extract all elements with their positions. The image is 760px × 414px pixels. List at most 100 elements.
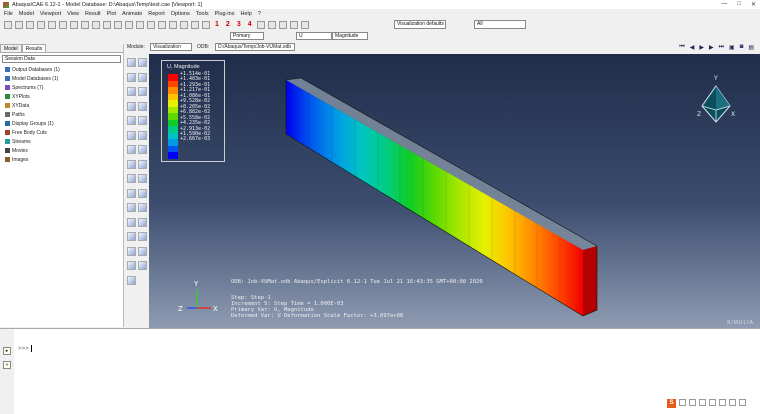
result-options-icon[interactable] bbox=[138, 261, 147, 270]
replace-all-icon[interactable] bbox=[138, 217, 147, 227]
view-1-button[interactable]: 1 bbox=[215, 21, 219, 28]
tree-item[interactable]: Paths bbox=[3, 110, 123, 119]
menu-context-help[interactable]: ? bbox=[258, 11, 261, 17]
menu-options[interactable]: Options bbox=[171, 11, 190, 17]
tree-item[interactable]: Spectrums (7) bbox=[3, 83, 123, 92]
module-select[interactable]: Visualization bbox=[150, 43, 192, 51]
play-icon[interactable]: ▶ bbox=[699, 44, 704, 51]
perspective-icon[interactable] bbox=[300, 20, 309, 29]
ime-s-icon[interactable]: S bbox=[667, 399, 676, 408]
xy-options-icon[interactable] bbox=[138, 174, 147, 183]
magnify-icon[interactable] bbox=[70, 20, 78, 29]
menu-file[interactable]: File bbox=[4, 11, 13, 17]
view-back-icon[interactable] bbox=[136, 20, 144, 29]
save-file-icon[interactable] bbox=[26, 20, 34, 29]
plot-deformed-icon[interactable] bbox=[138, 58, 147, 67]
view-iso-icon[interactable] bbox=[191, 20, 199, 29]
view-cut-manager-icon[interactable] bbox=[138, 232, 147, 241]
query-values-icon[interactable] bbox=[127, 246, 136, 256]
tree-item[interactable]: XYPlots bbox=[3, 92, 123, 101]
menu-viewport[interactable]: Viewport bbox=[40, 11, 61, 17]
hidden-line-icon[interactable] bbox=[278, 20, 287, 29]
tree-item[interactable]: Model Databases (1) bbox=[3, 74, 123, 83]
replace-selected-icon[interactable] bbox=[138, 203, 147, 212]
animate-harmonic-icon[interactable] bbox=[127, 145, 136, 154]
remove-selected-icon[interactable] bbox=[127, 217, 136, 227]
tray-punct-icon[interactable] bbox=[699, 399, 706, 406]
path-create-icon[interactable] bbox=[127, 188, 136, 198]
tray-mic-icon[interactable] bbox=[709, 399, 716, 406]
plot-symbols-icon[interactable] bbox=[138, 72, 147, 82]
tree-item[interactable]: Images bbox=[3, 155, 123, 164]
display-group-icon[interactable] bbox=[127, 203, 136, 212]
view-cut-icon[interactable] bbox=[127, 232, 136, 241]
tree-item[interactable]: Display Groups (1) bbox=[3, 119, 123, 128]
cycle-views-icon[interactable] bbox=[103, 20, 111, 29]
new-file-icon[interactable] bbox=[4, 20, 12, 29]
view-2-button[interactable]: 2 bbox=[226, 21, 230, 28]
menu-view[interactable]: View bbox=[67, 11, 79, 17]
auto-fit-icon[interactable] bbox=[92, 20, 100, 29]
display-group-select[interactable]: All bbox=[474, 20, 526, 29]
close-button[interactable]: ✕ bbox=[751, 1, 756, 8]
menu-animate[interactable]: Animate bbox=[122, 11, 142, 17]
menu-plot[interactable]: Plot bbox=[107, 11, 116, 17]
first-frame-icon[interactable]: ⏮ bbox=[679, 44, 684, 51]
message-area-toggle-icon[interactable]: ▸ bbox=[3, 347, 11, 355]
component-select[interactable]: Magnitude bbox=[332, 32, 368, 40]
create-xy-data-icon[interactable] bbox=[127, 159, 136, 169]
session-data-select[interactable]: Session Data bbox=[2, 55, 121, 63]
next-frame-icon[interactable]: ▶ bbox=[709, 44, 714, 51]
print-icon[interactable] bbox=[37, 20, 45, 29]
view-3-button[interactable]: 3 bbox=[237, 21, 241, 28]
render-style-icon[interactable] bbox=[256, 20, 265, 29]
rotate-icon[interactable] bbox=[59, 20, 67, 29]
image-capture-icon[interactable]: ▤ bbox=[748, 44, 754, 51]
tree-item[interactable]: Free Body Cuts bbox=[3, 128, 123, 137]
ruler-icon[interactable] bbox=[127, 275, 136, 285]
symbol-options-icon[interactable] bbox=[127, 116, 136, 125]
orientation-options-icon[interactable] bbox=[138, 116, 147, 125]
view-front-icon[interactable] bbox=[125, 20, 133, 29]
allow-multiple-plots-icon[interactable] bbox=[138, 87, 147, 96]
common-options-icon[interactable] bbox=[127, 101, 136, 111]
view-manager-icon[interactable] bbox=[202, 20, 210, 29]
viewport[interactable]: U, Magnitude +1.514e-01 +1.403e-01 +1.293e… bbox=[149, 54, 760, 328]
movie-icon[interactable]: ▣ bbox=[729, 44, 735, 51]
tree-item[interactable]: Movies bbox=[3, 146, 123, 155]
pan-icon[interactable] bbox=[48, 20, 56, 29]
visualization-defaults-select[interactable]: Visualization defaults bbox=[394, 20, 446, 29]
view-4-button[interactable]: 4 bbox=[248, 21, 252, 28]
menu-result[interactable]: Result bbox=[85, 11, 101, 17]
command-prompt[interactable]: >>> bbox=[18, 345, 32, 352]
animation-options-icon[interactable] bbox=[138, 145, 147, 154]
animate-time-icon[interactable] bbox=[138, 130, 147, 140]
odb-select[interactable]: D:/Abaqus/Temp/Job-VUMat.odb bbox=[215, 43, 295, 51]
query-icon[interactable] bbox=[114, 20, 122, 29]
camera-icon[interactable]: ◙ bbox=[740, 44, 744, 51]
box-zoom-icon[interactable] bbox=[81, 20, 89, 29]
maximize-button[interactable]: □ bbox=[737, 1, 741, 8]
tab-model[interactable]: Model bbox=[0, 44, 22, 52]
plot-undeformed-icon[interactable] bbox=[127, 58, 136, 67]
field-output-icon[interactable] bbox=[127, 261, 136, 270]
tray-user-icon[interactable] bbox=[729, 399, 736, 406]
animate-scale-icon[interactable] bbox=[127, 130, 136, 140]
prev-frame-icon[interactable]: ◀ bbox=[690, 44, 695, 51]
view-bottom-icon[interactable] bbox=[158, 20, 166, 29]
variable-select[interactable]: U bbox=[296, 32, 332, 40]
probe-values-icon[interactable] bbox=[138, 246, 147, 256]
create-xy-plot-icon[interactable] bbox=[127, 174, 136, 183]
view-top-icon[interactable] bbox=[147, 20, 155, 29]
contour-options-icon[interactable] bbox=[138, 101, 147, 111]
plot-contours-icon[interactable] bbox=[127, 72, 136, 82]
tree-item[interactable]: Streams bbox=[3, 137, 123, 146]
plot-material-orient-icon[interactable] bbox=[127, 87, 136, 96]
menu-model[interactable]: Model bbox=[19, 11, 34, 17]
step-select[interactable]: Primary bbox=[230, 32, 264, 40]
shaded-icon[interactable] bbox=[289, 20, 298, 29]
tray-menu-icon[interactable] bbox=[739, 399, 746, 406]
tray-moon-icon[interactable] bbox=[689, 399, 696, 406]
python-console-icon[interactable]: » bbox=[3, 361, 11, 369]
xy-data-manager-icon[interactable] bbox=[138, 159, 147, 169]
